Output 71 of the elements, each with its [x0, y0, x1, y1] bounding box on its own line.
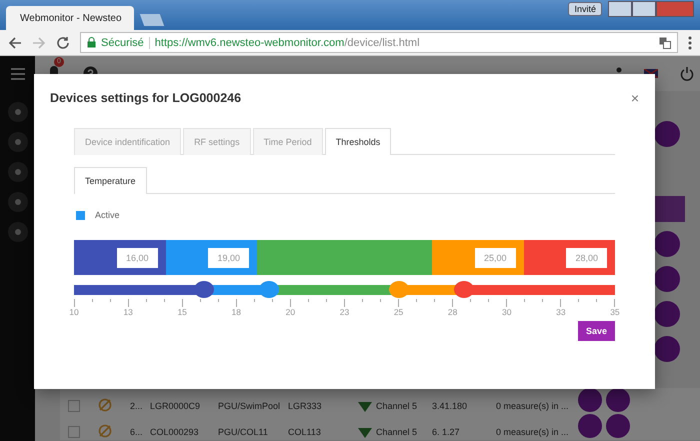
chart-button[interactable]: [654, 336, 680, 362]
threshold-field[interactable]: 28,00: [566, 248, 607, 268]
menu-icon[interactable]: [10, 68, 24, 80]
threshold-field[interactable]: 19,00: [208, 248, 249, 268]
scale-label: 23: [338, 307, 350, 317]
menu-icon[interactable]: [688, 36, 692, 50]
tab[interactable]: Temperature: [74, 167, 147, 194]
scale-label: 10: [68, 307, 80, 317]
slider-thumb[interactable]: [454, 281, 474, 298]
scale-label: 15: [176, 307, 188, 317]
threshold-field[interactable]: 25,00: [474, 248, 516, 268]
dialog-title: Devices settings for LOG000246: [50, 91, 242, 105]
power-icon[interactable]: [680, 66, 694, 80]
tab[interactable]: Time Period: [252, 128, 323, 155]
table-cell-text: 6...: [130, 427, 144, 438]
lock-icon: [87, 37, 96, 48]
scale-label: 25: [392, 307, 404, 317]
address-bar[interactable]: Sécurisé https://wmv6.newsteo-webmonitor.com/device/list.html: [80, 32, 678, 53]
scale-label: 18: [230, 307, 242, 317]
row-checkbox[interactable]: [68, 400, 80, 412]
chart-button[interactable]: [606, 388, 630, 412]
table-cell-text: Channel 5: [376, 401, 418, 412]
scale-label: 30: [501, 307, 512, 317]
scale-label: 35: [609, 307, 621, 317]
table-cell-text: 0 measure(s) in ...: [496, 427, 570, 438]
scale-label: 20: [284, 307, 296, 317]
chart-button[interactable]: [654, 301, 680, 327]
table-cell-text: COL000293: [150, 427, 200, 438]
translate-icon[interactable]: [659, 36, 671, 48]
table-cell-text: PGU/SwimPool: [218, 401, 282, 412]
scale-label: 33: [555, 307, 567, 317]
settings-button[interactable]: [578, 388, 602, 412]
scale-label: 13: [122, 307, 134, 317]
table-cell-text: LGR333: [288, 401, 323, 412]
checkbox-label: Active: [95, 210, 120, 220]
url-path: /device/list.html: [344, 36, 420, 48]
tab[interactable]: Device indentification: [74, 128, 182, 155]
table-cell-text: 0 measure(s) in ...: [496, 401, 570, 412]
chart-button[interactable]: [654, 121, 680, 147]
table-cell-text: PGU/COL11: [218, 427, 269, 438]
secure-label: Sécurisé: [101, 36, 144, 48]
row-checkbox[interactable]: [68, 426, 80, 438]
table-cell-text: LGR0000C9: [150, 401, 202, 412]
signal-icon: [358, 428, 372, 438]
table-cell-text: 3.41.180: [432, 401, 468, 412]
close-button[interactable]: ×: [630, 90, 639, 106]
threshold-field[interactable]: 16,00: [116, 248, 158, 268]
chart-button[interactable]: [654, 231, 680, 257]
table-cell-text: COL113: [288, 427, 322, 438]
browser-tab[interactable]: Webmonitor - Newsteo: [6, 6, 134, 30]
table-cell-text: Channel 5: [376, 427, 418, 438]
table-cell-text: 6. 1.27: [432, 427, 461, 438]
back-icon[interactable]: [8, 36, 22, 50]
slider-thumb[interactable]: [258, 281, 279, 298]
window-controls-icon[interactable]: [608, 1, 694, 17]
chart-button[interactable]: [654, 266, 680, 292]
url-host: https://wmv6.newsteo-webmonitor.com: [154, 36, 344, 48]
slider-thumb[interactable]: [194, 281, 214, 298]
new-tab-button[interactable]: [140, 14, 164, 26]
tab[interactable]: RF settings: [183, 128, 251, 155]
guest-button[interactable]: Invité: [568, 2, 602, 16]
scale-label: 28: [446, 307, 458, 317]
table-cell-text: 2...: [130, 401, 144, 412]
signal-icon: [358, 402, 372, 412]
no-signal-icon: [98, 398, 112, 412]
slider-thumb[interactable]: [388, 281, 409, 298]
reload-icon[interactable]: [56, 36, 70, 50]
active-checkbox[interactable]: [76, 210, 85, 220]
no-signal-icon: [98, 424, 112, 438]
tab[interactable]: Thresholds: [324, 128, 392, 155]
save-button[interactable]: Save: [578, 321, 615, 341]
